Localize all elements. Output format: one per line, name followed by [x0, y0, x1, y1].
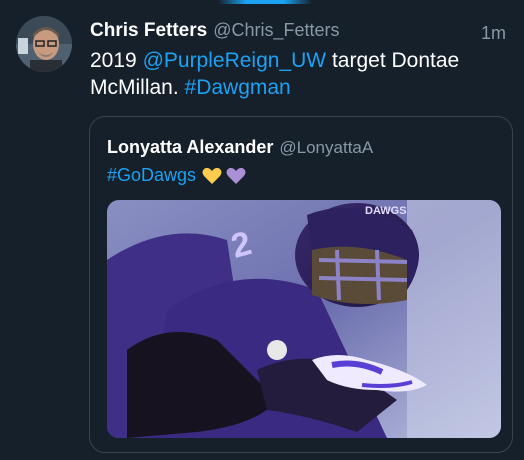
quoted-tweet-text: #GoDawgs — [107, 165, 246, 186]
quoted-hashtag-link[interactable]: #GoDawgs — [107, 165, 196, 186]
author-handle[interactable]: @Chris_Fetters — [213, 20, 339, 41]
tweet-text-part: target Dontae — [326, 49, 460, 72]
avatar[interactable] — [16, 16, 72, 72]
yellow-heart-icon — [202, 167, 222, 184]
tweet-timestamp[interactable]: 1m — [481, 23, 506, 44]
tweet[interactable]: Chris Fetters @Chris_Fetters 1m 2019 @Pu… — [0, 0, 524, 460]
mention-link[interactable]: @PurpleReign_UW — [143, 49, 327, 72]
football-player-photo[interactable]: 2 DAWGS — [107, 200, 501, 438]
hashtag-link[interactable]: #Dawgman — [185, 76, 291, 99]
tweet-text: 2019 @PurpleReign_UW target Dontae McMill… — [90, 47, 510, 101]
quoted-tweet-header: Lonyatta Alexander @LonyattaA — [107, 137, 373, 158]
quoted-author-display-name: Lonyatta Alexander — [107, 137, 274, 157]
helmet-text: DAWGS — [365, 205, 407, 217]
tweet-header: Chris Fetters @Chris_Fetters 1m — [90, 20, 516, 46]
quoted-tweet-card[interactable]: Lonyatta Alexander @LonyattaA #GoDawgs 2… — [89, 116, 513, 453]
purple-heart-icon — [226, 167, 246, 184]
tweet-text-part: McMillan. — [90, 76, 185, 99]
tweet-text-part: 2019 — [90, 49, 143, 72]
quoted-author-handle: @LonyattaA — [279, 138, 374, 157]
author-display-name[interactable]: Chris Fetters — [90, 20, 207, 42]
